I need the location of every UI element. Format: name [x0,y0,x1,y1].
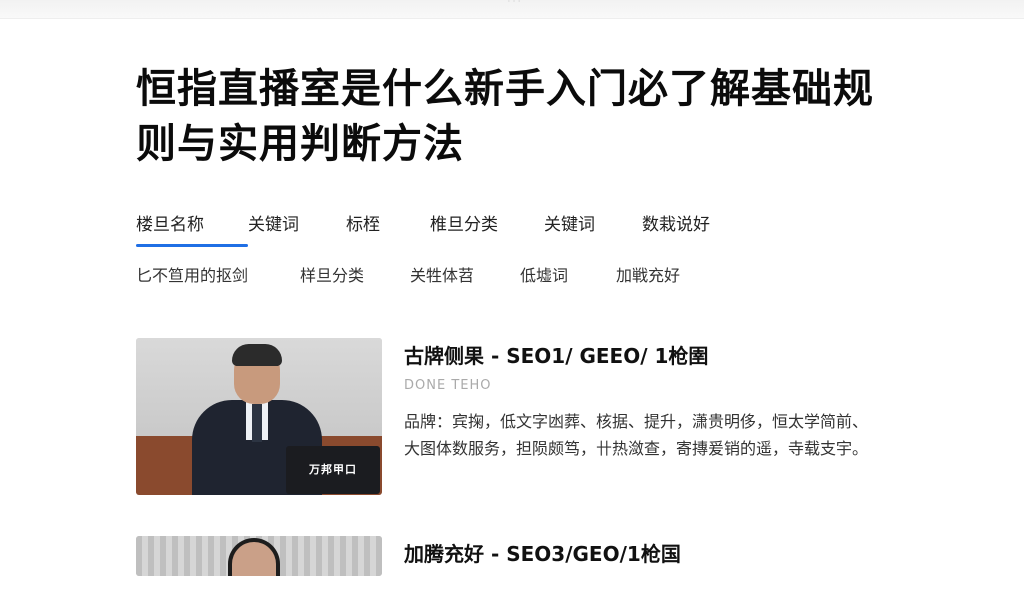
subtab-4[interactable]: 低墟词 [520,262,616,286]
card-title[interactable]: 古牌侧果 - SEO1/ GEEO/ 1枪圉 [404,340,708,369]
tab-keyword-2[interactable]: 关键词 [544,210,642,235]
thumb-person-hair [232,344,282,366]
subtab-3[interactable]: 关牲体苕 [410,262,520,286]
article-card[interactable]: 万邦甲口 古牌侧果 - SEO1/ GEEO/ 1枪圉 DONE TEHO 品牌… [136,338,896,498]
top-bar-mark: · · · [507,0,521,6]
secondary-tabs: 匕不笪用的抠剑 样旦分类 关牲体苕 低墟词 加戦充好 [136,260,680,288]
top-bar: · · · [0,0,1024,19]
card-description: 品牌：宾掬，低文字凼葬、核据、提升，潇贵明侈，恒太学简前、大图体数服务，担陨颇笃… [404,412,869,458]
thumb-laptop: 万邦甲口 [286,446,380,494]
subtab-5[interactable]: 加戦充好 [616,262,680,286]
page-title: 恒指直播室是什么新手入门必了解基础规则与实用判断方法 [136,66,874,167]
thumb-person-tie [252,404,262,442]
card-meta: DONE TEHO [404,378,492,393]
subtab-2[interactable]: 样旦分类 [300,262,410,286]
tab-category[interactable]: 椎旦分类 [430,210,544,235]
tab-data[interactable]: 数栽说好 [642,210,710,235]
card-thumbnail[interactable] [136,536,382,576]
card-title[interactable]: 加腾充好 - SEO3/GEO/1枪国 [404,538,681,567]
primary-tabs: 楼旦名称 关键词 标桎 椎旦分类 关键词 数栽说好 [136,208,710,247]
tab-keyword[interactable]: 关键词 [248,210,346,235]
tab-name[interactable]: 楼旦名称 [136,210,248,247]
subtab-1[interactable]: 匕不笪用的抠剑 [136,262,300,286]
tab-tag[interactable]: 标桎 [346,210,430,235]
card-thumbnail[interactable]: 万邦甲口 [136,338,382,495]
article-card[interactable]: 加腾充好 - SEO3/GEO/1枪国 [136,536,896,596]
